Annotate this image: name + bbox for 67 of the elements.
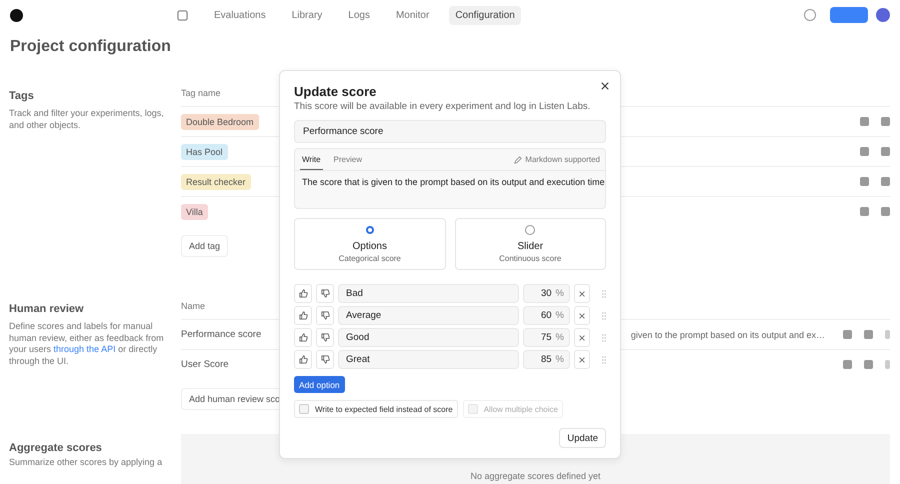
score-type-card[interactable]: Slider Continuous score: [454, 218, 606, 270]
option-value-field[interactable]: 85 %: [523, 350, 570, 369]
option-value-field[interactable]: 30 %: [523, 284, 570, 303]
editor-tab[interactable]: Preview: [332, 149, 364, 170]
logo-icon[interactable]: [10, 8, 23, 22]
section-title: Aggregate scores: [9, 442, 103, 454]
tag-chip: Villa: [181, 204, 208, 220]
remove-icon[interactable]: [574, 306, 590, 325]
dialog-title: Update score: [294, 84, 378, 99]
column-header: Name: [181, 300, 206, 313]
thumbs-up-icon[interactable]: [294, 328, 312, 347]
editor-tab[interactable]: Write: [300, 149, 323, 170]
help-icon[interactable]: [804, 9, 816, 21]
section-title: Tags: [9, 90, 35, 102]
thumbs-up-icon[interactable]: [294, 350, 312, 369]
tag-chip: Has Pool: [181, 144, 228, 160]
nav-tab[interactable]: Library: [286, 6, 328, 24]
avatar-icon[interactable]: [876, 8, 890, 22]
radio-button[interactable]: [525, 225, 536, 235]
section-description: Summarize other scores by applying a: [9, 457, 164, 469]
thumbs-down-icon[interactable]: [316, 284, 334, 303]
thumbs-down-icon[interactable]: [316, 328, 334, 347]
description-field[interactable]: The score that is given to the prompt based on its output and execution time: [295, 171, 605, 193]
drag-handle-icon[interactable]: [602, 290, 606, 298]
page-title: Project configuration: [10, 38, 171, 55]
dialog-subtitle: This score will be available in every experiment and log in Listen Labs.: [294, 101, 592, 112]
option-label-field[interactable]: Good: [338, 328, 519, 347]
drag-handle-icon[interactable]: [602, 334, 606, 342]
section-description: Define scores and labels for manual human review, either as feedback from your users through the API or directly through the UI.: [9, 321, 165, 368]
option-value-field[interactable]: 60 %: [523, 306, 570, 325]
thumbs-down-icon[interactable]: [316, 350, 334, 369]
tag-chip: Double Bedroom: [181, 114, 259, 130]
score-type-card[interactable]: Options Categorical score: [294, 218, 446, 270]
option-label-field[interactable]: Average: [338, 306, 519, 325]
pen-icon: [514, 156, 522, 164]
option-value-field[interactable]: 75 %: [523, 328, 570, 347]
option-label-field[interactable]: Bad: [338, 284, 519, 303]
nav-tab[interactable]: Monitor: [390, 6, 436, 24]
close-icon[interactable]: [599, 80, 611, 92]
thumbs-down-icon[interactable]: [316, 306, 334, 325]
thumbs-up-icon[interactable]: [294, 284, 312, 303]
checkbox[interactable]: [299, 404, 309, 414]
tag-chip: Result checker: [181, 174, 251, 190]
update-button[interactable]: Update: [559, 428, 606, 448]
add-tag-button[interactable]: Add tag: [181, 235, 228, 257]
name-field[interactable]: Performance score: [294, 120, 606, 143]
nav-tab[interactable]: Logs: [342, 6, 376, 24]
score-name: User Score: [181, 359, 229, 370]
option-label-field[interactable]: Great: [338, 350, 519, 369]
remove-icon[interactable]: [574, 350, 590, 369]
remove-icon[interactable]: [574, 284, 590, 303]
drag-handle-icon[interactable]: [602, 356, 606, 364]
score-description: given to the prompt based on its output and ex…: [630, 330, 825, 340]
upgrade-button[interactable]: [830, 7, 868, 23]
column-header: Tag name: [181, 87, 221, 100]
radio-button[interactable]: [366, 226, 374, 234]
nav-tab[interactable]: Evaluations: [208, 6, 272, 24]
remove-icon[interactable]: [574, 328, 590, 347]
drag-handle-icon[interactable]: [602, 312, 606, 320]
score-name: Performance score: [181, 329, 262, 340]
add-option-button[interactable]: Add option: [294, 376, 345, 393]
checkbox-option[interactable]: Write to expected field instead of score: [294, 400, 458, 418]
section-title: Human review: [9, 303, 85, 315]
section-description: Track and filter your experiments, logs, and other objects.: [9, 108, 165, 132]
markdown-hint: Markdown supported: [525, 155, 600, 164]
nav-tab[interactable]: Configuration: [449, 6, 521, 24]
thumbs-up-icon[interactable]: [294, 306, 312, 325]
